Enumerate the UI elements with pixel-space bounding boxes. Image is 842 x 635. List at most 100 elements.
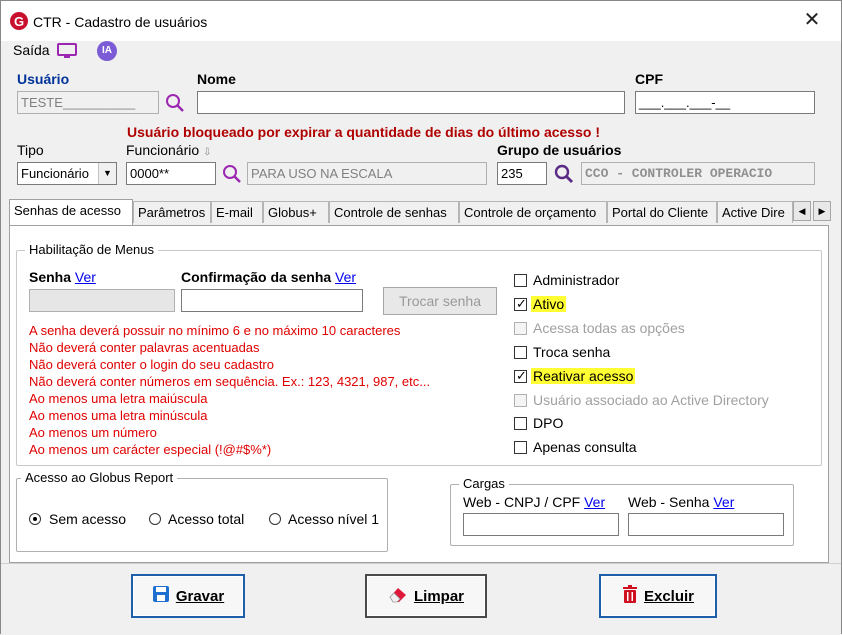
app-logo-icon: G	[9, 11, 29, 31]
checkmark-icon: ✓	[516, 296, 527, 311]
apenas-consulta-checkbox[interactable]	[514, 441, 527, 454]
acessa-todas-checkbox[interactable]	[514, 322, 527, 335]
menu-saida[interactable]: Saída	[13, 42, 50, 58]
blocked-warning: Usuário bloqueado por expirar a quantida…	[127, 124, 600, 140]
rule-item: Ao menos uma letra minúscula	[29, 408, 208, 423]
checkmark-icon: ✓	[516, 368, 527, 383]
senha-ver-link[interactable]: Ver	[75, 269, 96, 285]
web-senha-ver-link[interactable]: Ver	[713, 494, 734, 510]
cnpj-label-text: Web - CNPJ / CPF	[463, 494, 581, 510]
excluir-button[interactable]: Excluir	[599, 574, 717, 618]
ativo-checkbox[interactable]: ✓	[514, 296, 527, 311]
tab-email[interactable]: E-mail	[211, 201, 263, 223]
grupo-label: Grupo de usuários	[497, 142, 622, 158]
tab-panel-senhas: Habilitação de Menus Senha Ver Confirmaç…	[9, 225, 829, 563]
reativar-acesso-checkbox[interactable]: ✓	[514, 368, 527, 383]
rule-item: Ao menos uma letra maiúscula	[29, 391, 208, 406]
web-senha-input[interactable]	[628, 513, 784, 536]
web-senha-label-text: Web - Senha	[628, 494, 710, 510]
cnpj-ver-link[interactable]: Ver	[584, 494, 605, 510]
cargas-title: Cargas	[459, 476, 509, 491]
cpf-label: CPF	[635, 71, 663, 87]
svg-text:G: G	[14, 14, 24, 29]
funcionario-input[interactable]: 0000**	[126, 162, 216, 185]
cnpj-label: Web - CNPJ / CPF Ver	[463, 494, 605, 510]
confirmacao-input[interactable]	[181, 289, 363, 312]
ia-icon[interactable]: IA	[97, 41, 117, 61]
window-title: CTR - Cadastro de usuários	[33, 14, 208, 30]
funcionario-desc: PARA USO NA ESCALA	[247, 162, 487, 185]
tab-portal-do-cliente[interactable]: Portal do Cliente	[607, 201, 717, 223]
limpar-label: Limpar	[413, 587, 464, 605]
chevron-down-icon[interactable]: ▼	[98, 163, 116, 184]
grupo-input[interactable]: 235	[497, 162, 547, 185]
tipo-value: Funcionário	[21, 166, 89, 181]
senha-label-text: Senha	[29, 269, 72, 285]
search-icon[interactable]	[165, 93, 185, 113]
confirmacao-label: Confirmação da senha Ver	[181, 269, 356, 285]
dpo-label: DPO	[533, 415, 564, 431]
grupo-desc: CCO - CONTROLER OPERACIO	[581, 162, 815, 185]
search-icon[interactable]	[222, 164, 242, 184]
action-bar: Gravar Limpar Excluir	[1, 563, 841, 635]
acesso-total-label: Acesso total	[168, 511, 245, 527]
confirmacao-label-text: Confirmação da senha	[181, 269, 332, 285]
globus-report-title: Acesso ao Globus Report	[21, 470, 178, 485]
senha-label: Senha Ver	[29, 269, 96, 285]
acesso-total-radio[interactable]	[149, 513, 161, 525]
tab-senhas-de-acesso[interactable]: Senhas de acesso	[9, 199, 133, 225]
tab-controle-de-senhas[interactable]: Controle de senhas	[329, 201, 459, 223]
usuario-input[interactable]: TESTE__________	[17, 91, 159, 114]
cpf-input[interactable]: ___.___.___-__	[635, 91, 815, 114]
apenas-consulta-label: Apenas consulta	[533, 439, 637, 455]
web-senha-label: Web - Senha Ver	[628, 494, 734, 510]
arrow-down-icon: ⇩	[203, 147, 212, 158]
active-directory-checkbox[interactable]	[514, 394, 527, 407]
habilitacao-group: Habilitação de Menus Senha Ver Confirmaç…	[16, 242, 822, 466]
rule-item: A senha deverá possuir no mínimo 6 e no …	[29, 323, 401, 338]
monitor-icon[interactable]	[57, 43, 77, 59]
tab-scroll-left-button[interactable]: ◀	[793, 201, 811, 221]
tab-parametros[interactable]: Parâmetros	[133, 201, 211, 223]
troca-senha-checkbox[interactable]	[514, 346, 527, 359]
nome-input[interactable]	[197, 91, 625, 114]
active-directory-label: Usuário associado ao Active Directory	[533, 392, 769, 408]
sem-acesso-radio[interactable]	[29, 513, 41, 525]
tab-globus-plus[interactable]: Globus+	[263, 201, 329, 223]
acesso-nivel-1-label: Acesso nível 1	[288, 511, 380, 527]
dpo-checkbox[interactable]	[514, 417, 527, 430]
administrador-label: Administrador	[533, 272, 620, 288]
globus-report-group: Acesso ao Globus Report Sem acesso Acess…	[16, 470, 388, 552]
gravar-label: Gravar	[175, 587, 225, 605]
trash-icon	[622, 585, 638, 607]
acessa-todas-label: Acessa todas as opções	[533, 320, 685, 336]
administrador-checkbox[interactable]	[514, 274, 527, 287]
search-icon[interactable]	[554, 164, 574, 184]
trocar-senha-button[interactable]: Trocar senha	[383, 287, 497, 315]
gravar-button[interactable]: Gravar	[131, 574, 245, 618]
habilitacao-title: Habilitação de Menus	[25, 242, 159, 257]
close-icon[interactable]: ✕	[801, 9, 823, 31]
tipo-label: Tipo	[17, 142, 44, 158]
tab-strip: Senhas de acesso Parâmetros E-mail Globu…	[9, 199, 835, 225]
excluir-label: Excluir	[643, 587, 695, 605]
save-icon	[152, 585, 170, 607]
eraser-icon	[388, 585, 408, 607]
tipo-select[interactable]: Funcionário ▼	[17, 162, 117, 185]
tab-controle-de-orcamento[interactable]: Controle de orçamento	[459, 201, 607, 223]
senha-input[interactable]	[29, 289, 175, 312]
acesso-nivel-1-radio[interactable]	[269, 513, 281, 525]
troca-senha-label: Troca senha	[533, 344, 611, 360]
funcionario-label-text: Funcionário	[126, 142, 200, 158]
tab-scroll-right-button[interactable]: ▶	[813, 201, 831, 221]
funcionario-label: Funcionário ⇩	[126, 142, 211, 158]
cargas-group: Cargas Web - CNPJ / CPF Ver Web - Senha …	[450, 476, 794, 546]
cnpj-input[interactable]	[463, 513, 619, 536]
confirmacao-ver-link[interactable]: Ver	[335, 269, 356, 285]
tab-active-directory[interactable]: Active Dire	[717, 201, 793, 223]
app-window: G CTR - Cadastro de usuários ✕ Saída IA …	[0, 0, 842, 635]
title-bar: G CTR - Cadastro de usuários ✕	[1, 1, 841, 41]
sem-acesso-label: Sem acesso	[49, 511, 127, 527]
rule-item: Ao menos um número	[29, 425, 157, 440]
limpar-button[interactable]: Limpar	[365, 574, 487, 618]
